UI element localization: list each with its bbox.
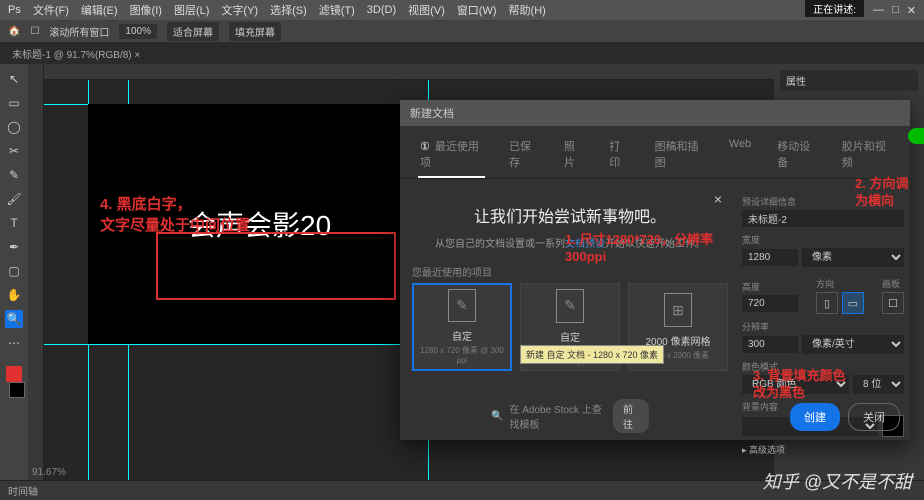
shape-tool-icon[interactable]: ▢ (5, 262, 23, 280)
lasso-tool-icon[interactable]: ◯ (5, 118, 23, 136)
tab-saved[interactable]: 已保存 (507, 132, 540, 178)
menu-select[interactable]: 选择(S) (270, 2, 307, 18)
menu-3d[interactable]: 3D(D) (367, 4, 396, 16)
menu-view[interactable]: 视图(V) (408, 2, 445, 18)
artboard-checkbox[interactable]: ☐ (882, 292, 904, 314)
go-button[interactable]: 前往 (613, 399, 649, 433)
preset-icon: ✎ (556, 289, 584, 323)
tab-recent[interactable]: ① 最近使用项 (418, 132, 485, 178)
advanced-toggle[interactable]: ▸ 高级选项 (742, 443, 904, 456)
maximize-icon[interactable]: □ (892, 4, 899, 17)
more-tools-icon[interactable]: ⋯ (5, 334, 23, 352)
options-bar: 🏠 ☐ 滚动所有窗口 100% 适合屏幕 填充屏幕 (0, 20, 924, 42)
close-button[interactable]: 关闭 (848, 403, 900, 431)
preset-icon: ✎ (448, 289, 476, 322)
minimize-icon[interactable]: — (873, 4, 884, 17)
doc-name-input[interactable] (742, 210, 904, 227)
menu-window[interactable]: 窗口(W) (457, 2, 497, 18)
crop-tool-icon[interactable]: ✂ (5, 142, 23, 160)
tab-art[interactable]: 图稿和插图 (653, 132, 705, 178)
pen-tool-icon[interactable]: ✒ (5, 238, 23, 256)
zoom-tool-icon[interactable]: 🔍 (5, 310, 23, 328)
search-icon: 🔍 (491, 411, 503, 422)
res-label: 分辨率 (742, 320, 904, 333)
menu-file[interactable]: 文件(F) (33, 2, 69, 18)
dialog-title: 新建文档 (400, 100, 910, 126)
width-label: 宽度 (742, 233, 904, 246)
menu-help[interactable]: 帮助(H) (509, 2, 546, 18)
menu-bar: Ps 文件(F) 编辑(E) 图像(I) 图层(L) 文字(Y) 选择(S) 滤… (0, 0, 924, 20)
document-tab[interactable]: 未标题-1 @ 91.7%(RGB/8) × (12, 46, 140, 61)
foreground-swatch[interactable] (6, 366, 22, 382)
tool-preset-icon[interactable]: 🏠 (8, 26, 20, 37)
watermark: 知乎 @又不是不甜 (763, 468, 912, 494)
orient-landscape-button[interactable]: ▭ (842, 292, 864, 314)
zoom-status: 91.67% (32, 467, 66, 478)
ruler-horizontal (44, 64, 774, 80)
tab-web[interactable]: Web (727, 132, 753, 178)
menu-filter[interactable]: 滤镜(T) (319, 2, 355, 18)
annotation-2: 2. 方向调为横向 (855, 176, 908, 210)
marquee-tool-icon[interactable]: ▭ (5, 94, 23, 112)
orient-portrait-button[interactable]: ▯ (816, 292, 838, 314)
width-unit-select[interactable]: 像素 (802, 248, 904, 267)
preset-icon: ⊞ (664, 293, 692, 327)
tab-film[interactable]: 胶片和视频 (840, 132, 892, 178)
zoom-value[interactable]: 100% (119, 24, 157, 39)
annotation-4: 4. 黑底白字，文字尽量处于中间位置 (100, 194, 250, 236)
ruler-vertical (28, 64, 44, 480)
tab-photo[interactable]: 照片 (562, 132, 585, 178)
menu-image[interactable]: 图像(I) (130, 2, 162, 18)
eyedropper-tool-icon[interactable]: ✎ (5, 166, 23, 184)
narration-badge: 正在讲述: (805, 0, 864, 17)
hand-tool-icon[interactable]: ✋ (5, 286, 23, 304)
create-button[interactable]: 创建 (790, 403, 840, 431)
fill-screen-button[interactable]: 填充屏幕 (229, 22, 281, 41)
dialog-presets-area: × 让我们开始尝试新事物吧。 从您自己的文档设置或一系列文档预设开始以快速开始工… (412, 189, 728, 439)
toolbox: ↖ ▭ ◯ ✂ ✎ 🖌 T ✒ ▢ ✋ 🔍 ⋯ (0, 64, 28, 480)
stock-search-input[interactable]: 在 Adobe Stock 上查找模板 (509, 401, 607, 431)
width-input[interactable] (742, 249, 798, 266)
recent-label: 您最近使用的项目 (412, 264, 728, 279)
res-unit-select[interactable]: 像素/英寸 (802, 335, 904, 354)
menu-type[interactable]: 文字(Y) (221, 2, 258, 18)
menu-edit[interactable]: 编辑(E) (81, 2, 118, 18)
close-icon[interactable]: ✕ (907, 4, 916, 17)
resolution-input[interactable] (742, 336, 798, 353)
dialog-tabs: ① 最近使用项 已保存 照片 打印 图稿和插图 Web 移动设备 胶片和视频 (400, 126, 910, 179)
document-tab-bar: 未标题-1 @ 91.7%(RGB/8) × (0, 42, 924, 64)
tab-print[interactable]: 打印 (607, 132, 630, 178)
help-badge[interactable] (908, 128, 924, 144)
fit-screen-button[interactable]: 适合屏幕 (167, 22, 219, 41)
height-input[interactable] (742, 295, 798, 312)
welcome-heading: 让我们开始尝试新事物吧。 (412, 203, 728, 227)
bit-depth-select[interactable]: 8 位 (853, 375, 904, 394)
annotation-1: 1. 尺寸1280*720，分辨率300ppi (565, 232, 713, 266)
annotation-4-box (156, 232, 396, 300)
annotation-3: 3. 背景填充颜色改为黑色 (753, 368, 845, 402)
scroll-all-label: 滚动所有窗口 (49, 24, 109, 39)
welcome-close-icon[interactable]: × (714, 191, 722, 207)
menu-layer[interactable]: 图层(L) (174, 2, 209, 18)
preset-custom-1[interactable]: ✎ 自定 1280 x 720 像素 @ 300 ppi (412, 283, 512, 371)
type-tool-icon[interactable]: T (5, 214, 23, 232)
app-icon: Ps (8, 4, 21, 16)
properties-title: 属性 (780, 70, 918, 91)
tab-mobile[interactable]: 移动设备 (775, 132, 818, 178)
preset-tooltip: 新建 自定 文档 - 1280 x 720 像素 (520, 345, 664, 364)
move-tool-icon[interactable]: ↖ (5, 70, 23, 88)
background-swatch[interactable] (9, 382, 25, 398)
brush-tool-icon[interactable]: 🖌 (5, 190, 23, 208)
